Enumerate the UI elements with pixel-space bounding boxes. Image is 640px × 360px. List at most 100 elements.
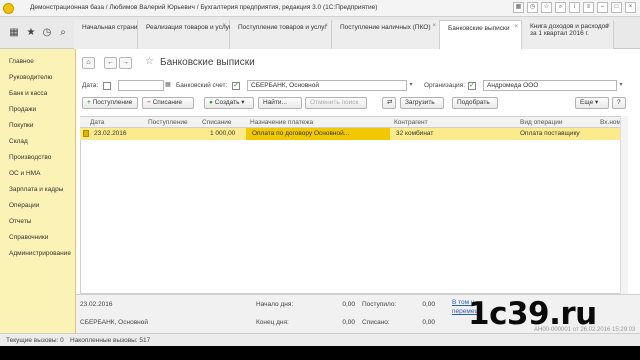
close-icon[interactable]: × — [625, 2, 636, 13]
col-operation[interactable]: Вид операции — [520, 119, 563, 126]
end-day-label: Конец дня: — [256, 319, 289, 326]
app-logo-icon — [3, 3, 14, 14]
cell-writeoff: 1 000,00 — [210, 130, 236, 137]
open-tabs: Начальная страница Реализация товаров и … — [74, 20, 614, 50]
sections-sidebar: Главное Руководителю Банк и касса Продаж… — [0, 49, 76, 333]
start-day-value: 0,00 — [342, 301, 355, 308]
history-clock-icon[interactable]: ◷ — [40, 26, 54, 40]
document-icon — [83, 130, 89, 137]
org-dropdown-icon[interactable]: ▾ — [617, 80, 625, 91]
bank-exchange-icon[interactable]: ⇄ — [382, 97, 396, 109]
account-dropdown-icon[interactable]: ▾ — [407, 80, 415, 91]
org-label: Организация: — [424, 82, 466, 89]
search-icon[interactable]: ⌕ — [56, 26, 70, 40]
sidebar-item-operations[interactable]: Операции — [9, 202, 39, 209]
tab-cash-receipt[interactable]: Поступление наличных (ПКО) × — [332, 20, 440, 50]
letterbox-bar — [0, 346, 640, 360]
create-icon: ● — [209, 99, 213, 106]
org-checkbox[interactable]: ✓ — [468, 82, 476, 90]
date-field[interactable] — [118, 80, 164, 91]
tab-home[interactable]: Начальная страница — [74, 20, 145, 50]
select-button[interactable]: Подобрать — [452, 97, 498, 109]
col-date[interactable]: Дата — [90, 119, 104, 126]
tab-purchases[interactable]: Поступление товаров и услуг × — [230, 20, 332, 50]
status-bar: Текущие вызовы: 0 Накопленные вызовы: 51… — [0, 333, 640, 346]
account-field[interactable]: СБЕРБАНК, Основной — [247, 80, 407, 91]
sidebar-item-main[interactable]: Главное — [9, 58, 34, 65]
window-titlebar: Демонстрационная база / Любимов Валерий … — [0, 0, 640, 17]
sidebar-item-purchases[interactable]: Покупки — [9, 122, 33, 129]
sidebar-item-manager[interactable]: Руководителю — [9, 74, 52, 81]
table-header: Дата Поступление Списание Назначение пла… — [80, 116, 621, 128]
maximize-icon[interactable]: □ — [611, 2, 622, 13]
account-label: Банковский счет: — [176, 82, 228, 89]
sidebar-item-assets[interactable]: ОС и НМА — [9, 170, 40, 177]
cell-operation: Оплата поставщику — [520, 130, 580, 137]
received-value: 0,00 — [422, 301, 435, 308]
account-checkbox[interactable]: ✓ — [232, 82, 240, 90]
receipt-button[interactable]: + Поступление — [82, 97, 138, 109]
plus-icon: + — [87, 99, 91, 106]
accumulated-calls: Накопленные вызовы: 517 — [70, 337, 151, 344]
sidebar-item-bank[interactable]: Банк и касса — [9, 90, 47, 97]
sidebar-item-reports[interactable]: Отчеты — [9, 218, 31, 225]
col-writeoff[interactable]: Списание — [202, 119, 232, 126]
favorite-star-icon[interactable]: ☆ — [145, 56, 154, 67]
page-title: Банковские выписки — [160, 57, 255, 68]
sidebar-item-catalogs[interactable]: Справочники — [9, 234, 48, 241]
footer-date: 23.02.2016 — [80, 301, 113, 308]
create-button[interactable]: ● Создать ▾ — [204, 97, 254, 109]
cell-date: 23.02.2016 — [94, 130, 127, 137]
date-picker-icon[interactable]: ▦ — [164, 80, 172, 91]
date-checkbox[interactable] — [103, 82, 111, 90]
sidebar-item-production[interactable]: Производство — [9, 154, 51, 161]
close-tab-icon[interactable]: × — [222, 23, 226, 29]
cell-counterparty: 32 комбинат — [396, 130, 434, 137]
forward-button[interactable]: → — [119, 57, 132, 69]
sidebar-item-warehouse[interactable]: Склад — [9, 138, 28, 145]
date-label: Дата: — [82, 82, 99, 89]
more-button[interactable]: Еще ▾ — [575, 97, 609, 109]
tab-sales[interactable]: Реализация товаров и услуг × — [138, 20, 231, 50]
menu-icon[interactable]: ≡ — [583, 2, 594, 13]
tab-income-book[interactable]: Книга доходов и расходов за 1 квартал 201… — [522, 20, 614, 50]
col-receipt[interactable]: Поступление — [148, 119, 188, 126]
apps-grid-icon[interactable]: ▦ — [7, 26, 21, 40]
table-row[interactable]: 23.02.2016 1 000,00 Оплата по договору О… — [80, 128, 620, 140]
current-calls: Текущие вызовы: 0 — [6, 337, 64, 344]
load-button[interactable]: Загрузить — [400, 97, 444, 109]
calendar-icon[interactable]: ▦ — [513, 2, 524, 13]
footer-account: СБЕРБАНК, Основной — [80, 319, 148, 326]
favorites-star-icon[interactable]: ★ — [24, 26, 38, 40]
back-button[interactable]: ← — [104, 57, 117, 69]
cancel-search-button[interactable]: Отменить поиск — [305, 97, 367, 109]
cell-purpose: Оплата по договору Основной... — [252, 130, 350, 137]
sidebar-item-sales[interactable]: Продажи — [9, 106, 36, 113]
history-icon[interactable]: ◷ — [527, 2, 538, 13]
star-icon[interactable]: ☆ — [541, 2, 552, 13]
sidebar-item-payroll[interactable]: Зарплата и кадры — [9, 186, 63, 193]
close-tab-icon[interactable]: × — [324, 23, 328, 29]
info-icon[interactable]: i — [569, 2, 580, 13]
minimize-icon[interactable]: – — [597, 2, 608, 13]
close-tab-icon[interactable]: × — [514, 24, 518, 30]
find-button[interactable]: Найти... — [258, 97, 302, 109]
help-button[interactable]: ? — [612, 97, 626, 109]
tab-bank-statements[interactable]: Банковские выписки × — [440, 20, 522, 50]
col-purpose[interactable]: Назначение платежа — [250, 119, 313, 126]
close-tab-icon[interactable]: × — [606, 23, 610, 29]
received-label: Поступило: — [362, 301, 397, 308]
org-field[interactable]: Андромеда ООО — [483, 80, 617, 91]
writeoff-button[interactable]: − Списание — [142, 97, 194, 109]
col-in-number[interactable]: Вх.ном — [600, 119, 621, 126]
watermark-doc-ref: АН00-000001 от 26.02.2016 15:29:03 — [534, 327, 636, 333]
sidebar-item-admin[interactable]: Администрирование — [9, 250, 71, 257]
table-scrollbar[interactable] — [620, 116, 628, 294]
close-tab-icon[interactable]: × — [432, 23, 436, 29]
written-off-value: 0,00 — [422, 319, 435, 326]
col-counterparty[interactable]: Контрагент — [394, 119, 428, 126]
titlebar-controls: ▦ ◷ ☆ ⌕ i ≡ – □ × — [513, 2, 636, 13]
end-day-value: 0,00 — [342, 319, 355, 326]
home-button[interactable]: ⌂ — [82, 57, 95, 69]
search-icon[interactable]: ⌕ — [555, 2, 566, 13]
